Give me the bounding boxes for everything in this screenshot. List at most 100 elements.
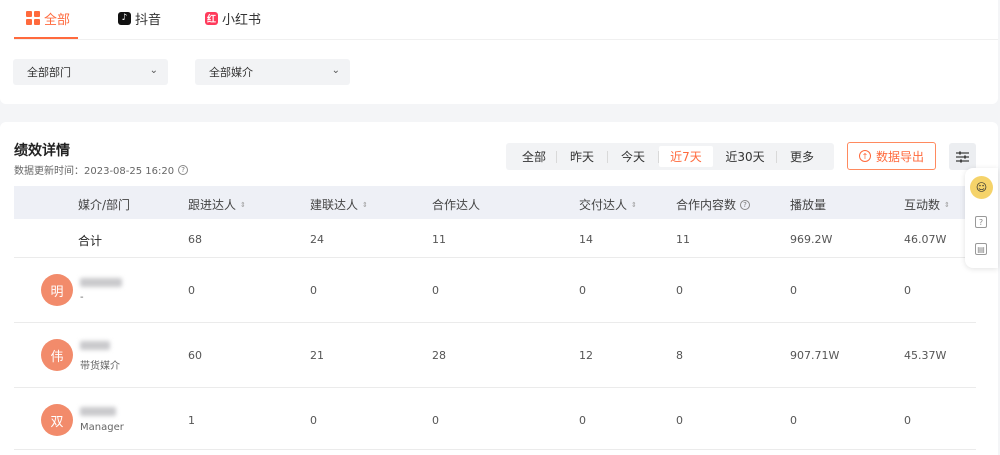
media-select[interactable]: 全部媒介 ⌄ [195,59,350,85]
table-cell: 21 [310,349,324,362]
help-icon[interactable]: ? [975,216,987,228]
table-cell: 14 [579,233,593,246]
tab-xiaohongshu[interactable]: 红 小红书 [205,8,261,28]
table-cell: 969.2W [790,233,833,246]
table-cell: 8 [676,349,683,362]
column-following[interactable]: 跟进达人 ⇕ [188,196,246,213]
sliders-icon [956,151,969,162]
platform-tabs: 全部 ♪ 抖音 红 小红书 [14,0,998,40]
avatar: 伟 [41,339,73,371]
sort-icon[interactable]: ⇕ [631,201,637,209]
help-icon[interactable]: ? [178,164,189,175]
range-30-days[interactable]: 近30天 [714,146,776,167]
table-cell: 11 [432,233,446,246]
table-cell: 0 [432,284,439,297]
table-cell: 24 [310,233,324,246]
table-cell: 11 [676,233,690,246]
tab-all[interactable]: 全部 [26,8,70,28]
column-label: 跟进达人 [188,198,237,212]
table-header: 媒介/部门 跟进达人 ⇕ 建联达人 ⇕ 合作达人 交付达人 ⇕ 合作内容数? 播放量 … [14,186,976,219]
column-plays: 播放量 [790,196,826,213]
tab-xiaohongshu-label: 小红书 [222,12,262,28]
range-7-days[interactable]: 近7天 [659,146,713,167]
column-cooperating: 合作达人 [432,196,480,213]
sort-icon[interactable]: ⇕ [944,201,950,209]
table-cell: 46.07W [904,233,947,246]
row-subtitle: 带货媒介 [80,361,120,372]
blurred-name [80,278,122,287]
column-media-department: 媒介/部门 [78,196,130,213]
blurred-name [80,341,110,350]
table-cell: 0 [904,284,911,297]
blurred-name [80,407,116,416]
sort-icon[interactable]: ⇕ [362,201,368,209]
sort-icon[interactable]: ⇕ [240,201,246,209]
column-label: 媒介/部门 [78,198,131,212]
column-label: 合作内容数 [676,198,737,212]
table-cell: 0 [676,284,683,297]
total-label: 合计 [78,234,103,248]
table-cell: 68 [188,233,202,246]
column-label: 建联达人 [310,198,359,212]
chevron-down-icon: ⌄ [331,65,340,76]
update-time: 数据更新时间：2023-08-25 16:20 ? [14,162,189,177]
range-today[interactable]: 今天 [608,146,658,167]
table-cell: 0 [579,284,586,297]
tab-douyin[interactable]: ♪ 抖音 [118,8,161,28]
table-cell: 0 [790,414,797,427]
filter-card: 全部 ♪ 抖音 红 小红书 全部部门 ⌄ 全部媒介 ⌄ [0,0,998,104]
assistant-avatar-icon[interactable]: ☺ [970,176,993,199]
table-cell: 0 [904,414,911,427]
douyin-icon: ♪ [118,11,131,25]
table-cell: 0 [579,414,586,427]
section-title: 绩效详情 [14,143,70,159]
table-cell: 0 [676,414,683,427]
column-delivered[interactable]: 交付达人 ⇕ [579,196,637,213]
column-label: 交付达人 [579,198,628,212]
table-cell: 0 [188,284,195,297]
range-all[interactable]: 全部 [512,146,556,167]
table-cell: 0 [310,414,317,427]
table-cell: 45.37W [904,349,947,362]
table-cell: 1 [188,414,195,427]
media-select-value: 全部媒介 [209,66,253,79]
export-button-label: 数据导出 [875,149,924,164]
tab-all-label: 全部 [44,12,71,28]
table-cell: 28 [432,349,446,362]
range-more[interactable]: 更多 [777,146,827,167]
range-yesterday[interactable]: 昨天 [557,146,607,167]
table-cell: 0 [432,414,439,427]
column-label: 播放量 [790,198,827,212]
grid-icon [26,11,40,25]
row-subtitle: Manager [80,422,124,433]
table-cell: 60 [188,349,202,362]
tab-douyin-label: 抖音 [135,12,162,28]
table-cell: 12 [579,349,593,362]
avatar: 双 [41,404,73,436]
table-row[interactable]: 双 Manager 1 0 0 0 0 0 0 [14,388,976,450]
chevron-down-icon: ⌄ [149,65,158,76]
table-cell: 0 [790,284,797,297]
xiaohongshu-icon: 红 [205,11,218,25]
table-row[interactable]: 明 - 0 0 0 0 0 0 0 [14,258,976,323]
department-select-value: 全部部门 [27,66,71,79]
column-label: 互动数 [904,198,941,212]
column-content-count: 合作内容数? [676,196,751,213]
floating-toolbar: ☺ ? ▤ [965,168,998,268]
help-icon[interactable]: ? [740,199,751,210]
export-button[interactable]: ↑ 数据导出 [847,142,936,170]
date-range-group: 全部 昨天 今天 近7天 近30天 更多 [506,143,834,170]
document-icon[interactable]: ▤ [975,243,987,255]
column-interactions[interactable]: 互动数 ⇕ [904,196,950,213]
update-time-text: 数据更新时间：2023-08-25 16:20 [14,166,175,177]
column-settings-button[interactable] [949,143,976,170]
table-row[interactable]: 伟 带货媒介 60 21 28 12 8 907.71W 45.37W [14,323,976,388]
avatar: 明 [41,274,73,306]
active-tab-underline [14,37,78,39]
column-label: 合作达人 [432,198,481,212]
table-cell: 907.71W [790,349,840,362]
department-select[interactable]: 全部部门 ⌄ [13,59,168,85]
column-contacted[interactable]: 建联达人 ⇕ [310,196,368,213]
table-cell: 0 [310,284,317,297]
table-row-total: 合计 68 24 11 14 11 969.2W 46.07W [14,219,976,258]
